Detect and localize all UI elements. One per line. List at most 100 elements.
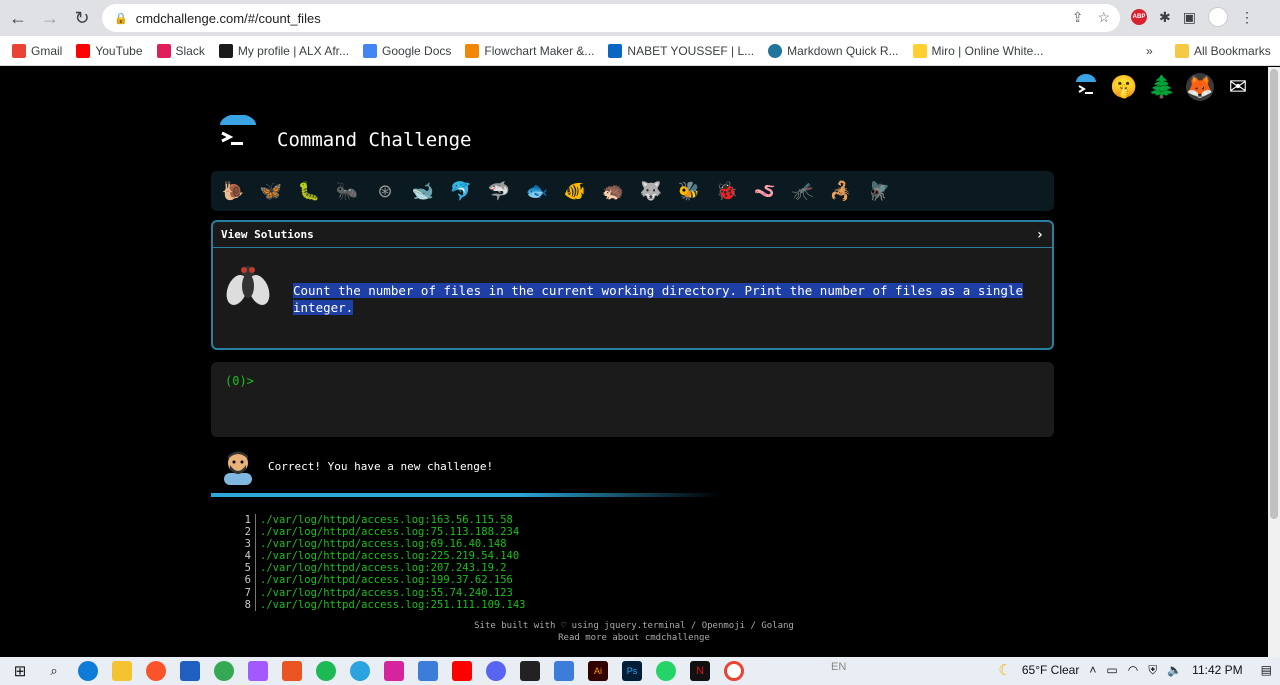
bookmark-item[interactable]: YouTube xyxy=(76,43,143,58)
address-bar[interactable]: 🔒 cmdchallenge.com/#/count_files ⇪ ☆ xyxy=(102,4,1120,32)
shield-icon[interactable]: ⛨ xyxy=(1148,663,1157,678)
forward-arrow-icon[interactable]: → xyxy=(36,4,64,32)
file-explorer-icon[interactable] xyxy=(112,661,132,681)
wolf-icon[interactable]: 🐺 xyxy=(639,179,663,203)
ladybug-icon[interactable]: 🐞 xyxy=(715,179,739,203)
fish-icon[interactable]: 🐟 xyxy=(525,179,549,203)
chevron-right-icon[interactable]: › xyxy=(1036,227,1044,243)
bookmark-item[interactable]: Slack xyxy=(156,43,205,58)
url-text[interactable]: cmdchallenge.com/#/count_files xyxy=(136,11,321,26)
calculator-icon[interactable] xyxy=(180,661,200,681)
spotify-icon[interactable] xyxy=(316,661,336,681)
notification-icon[interactable]: ▤ xyxy=(1261,663,1272,677)
menu-icon[interactable]: ⋮ xyxy=(1240,9,1254,26)
view-solutions-label[interactable]: View Solutions xyxy=(221,228,314,241)
system-tray: ☾ 65°F Clear ˄ ▭ ◠ ⛨ 🔈 11:42 PM ▤ xyxy=(998,661,1272,679)
share-icon[interactable]: ⇪ xyxy=(1072,9,1084,26)
bookmark-item[interactable]: Gmail xyxy=(12,43,62,58)
worm-icon[interactable]: 🪱 xyxy=(753,179,777,203)
shark-icon[interactable]: 🦈 xyxy=(487,179,511,203)
gitlab-icon[interactable]: 🦊 xyxy=(1186,73,1214,101)
chrome-active-icon[interactable] xyxy=(724,661,744,681)
puzzle-icon[interactable]: ✱ xyxy=(1159,9,1171,26)
page-title: Command Challenge xyxy=(277,129,472,151)
bookmark-item[interactable]: Google Docs xyxy=(363,43,451,58)
sidebar-icon[interactable]: ▣ xyxy=(1183,9,1196,26)
figma-icon[interactable] xyxy=(248,661,268,681)
app-icon[interactable] xyxy=(520,661,540,681)
bookmark-item[interactable]: Flowchart Maker &... xyxy=(465,43,594,58)
wifi-icon[interactable]: ◠ xyxy=(1128,663,1138,677)
edge-icon[interactable] xyxy=(78,661,98,681)
battery-icon[interactable]: ▭ xyxy=(1106,663,1117,677)
brave-icon[interactable] xyxy=(146,661,166,681)
terminal-input[interactable]: (0)> xyxy=(211,362,1054,437)
taskbar: ⊞ ⌕ Ai Ps N EN ☾ 65°F Clear ˄ ▭ ◠ ⛨ 🔈 11… xyxy=(0,657,1280,685)
wordpress-icon xyxy=(768,43,783,58)
app-icon[interactable] xyxy=(554,661,574,681)
shushing-face-icon[interactable]: 🤫 xyxy=(1110,73,1138,101)
chrome-icon[interactable] xyxy=(214,661,234,681)
youtube-icon[interactable] xyxy=(452,661,472,681)
back-arrow-icon[interactable]: ← xyxy=(4,4,32,32)
output-line: 4 ./var/log/httpd/access.log:225.219.54.1… xyxy=(238,550,526,563)
footer-about-link[interactable]: Read more about cmdchallenge xyxy=(0,632,1268,644)
butterfly-icon[interactable]: 🦋 xyxy=(259,179,283,203)
adblock-icon[interactable]: ABP xyxy=(1131,9,1147,25)
view-solutions-header[interactable]: View Solutions › xyxy=(213,222,1052,248)
bookmark-item[interactable]: Markdown Quick R... xyxy=(768,43,899,58)
star-icon[interactable]: ☆ xyxy=(1097,9,1110,26)
ubuntu-icon[interactable] xyxy=(282,661,302,681)
ant-icon[interactable]: 🐜 xyxy=(335,179,359,203)
fly-icon[interactable]: 🪰 xyxy=(867,179,891,203)
photoshop-icon[interactable]: Ps xyxy=(622,661,642,681)
terminal-logo-icon[interactable] xyxy=(1072,73,1100,101)
challenge-description: Count the number of files in the current… xyxy=(293,283,1023,315)
mosquito-icon[interactable]: 🦟 xyxy=(791,179,815,203)
windows-start-icon[interactable]: ⊞ xyxy=(10,661,30,681)
bookmark-item[interactable]: NABET YOUSSEF | L... xyxy=(608,43,754,58)
dolphin-icon[interactable]: 🐬 xyxy=(449,179,473,203)
reload-icon[interactable]: ↻ xyxy=(68,4,96,32)
all-bookmarks[interactable]: All Bookmarks xyxy=(1175,43,1271,58)
bookmark-item[interactable]: Miro | Online White... xyxy=(912,43,1043,58)
illustrator-icon[interactable]: Ai xyxy=(588,661,608,681)
hedgehog-icon[interactable]: 🦔 xyxy=(601,179,625,203)
envelope-icon[interactable]: ✉ xyxy=(1224,73,1252,101)
tropical-fish-icon[interactable]: 🐠 xyxy=(563,179,587,203)
more-bookmarks-icon[interactable]: » xyxy=(1146,44,1153,58)
scorpion-icon[interactable]: 🦂 xyxy=(829,179,853,203)
tree-icon[interactable]: 🌲 xyxy=(1148,73,1176,101)
telegram-icon[interactable] xyxy=(350,661,370,681)
extensions-area: ABP ✱ ▣ ⋮ xyxy=(1131,7,1254,27)
whatsapp-icon[interactable] xyxy=(656,661,676,681)
scrollbar-thumb[interactable] xyxy=(1270,69,1278,519)
profile-avatar[interactable] xyxy=(1207,7,1228,27)
page-content: 🤫 🌲 🦊 ✉ Command Challenge 🐌 🦋 🐛 🐜 ⊛ 🐋 🐬 … xyxy=(0,67,1268,657)
chevron-up-icon[interactable]: ˄ xyxy=(1089,663,1096,677)
footer-credits[interactable]: Site built with ♡ using jquery.terminal … xyxy=(0,620,1268,632)
bookmark-item[interactable]: My profile | ALX Afr... xyxy=(218,43,349,58)
discord-icon[interactable] xyxy=(486,661,506,681)
caterpillar-icon[interactable]: 🐛 xyxy=(297,179,321,203)
bee-icon[interactable]: 🐝 xyxy=(677,179,701,203)
input-language[interactable]: EN xyxy=(831,661,846,673)
snail-icon[interactable]: 🐌 xyxy=(221,179,245,203)
progress-bar xyxy=(211,493,721,497)
netflix-icon[interactable]: N xyxy=(690,661,710,681)
weather-text[interactable]: 65°F Clear xyxy=(1022,663,1080,677)
web-icon[interactable]: ⊛ xyxy=(373,179,397,203)
output-line: 3 ./var/log/httpd/access.log:69.16.40.148 xyxy=(238,538,526,551)
volume-icon[interactable]: 🔈 xyxy=(1167,663,1182,677)
miro-icon xyxy=(912,43,927,58)
clock[interactable]: 11:42 PM xyxy=(1192,663,1242,677)
app-icon[interactable] xyxy=(418,661,438,681)
moon-icon: ☾ xyxy=(998,662,1012,679)
instagram-icon[interactable] xyxy=(384,661,404,681)
alx-icon xyxy=(218,43,233,58)
search-icon[interactable]: ⌕ xyxy=(44,661,64,681)
whale-icon[interactable]: 🐋 xyxy=(411,179,435,203)
scrollbar[interactable] xyxy=(1268,67,1280,657)
gmail-icon xyxy=(12,43,26,58)
output-line: 8 ./var/log/httpd/access.log:251.111.109.… xyxy=(238,598,526,611)
